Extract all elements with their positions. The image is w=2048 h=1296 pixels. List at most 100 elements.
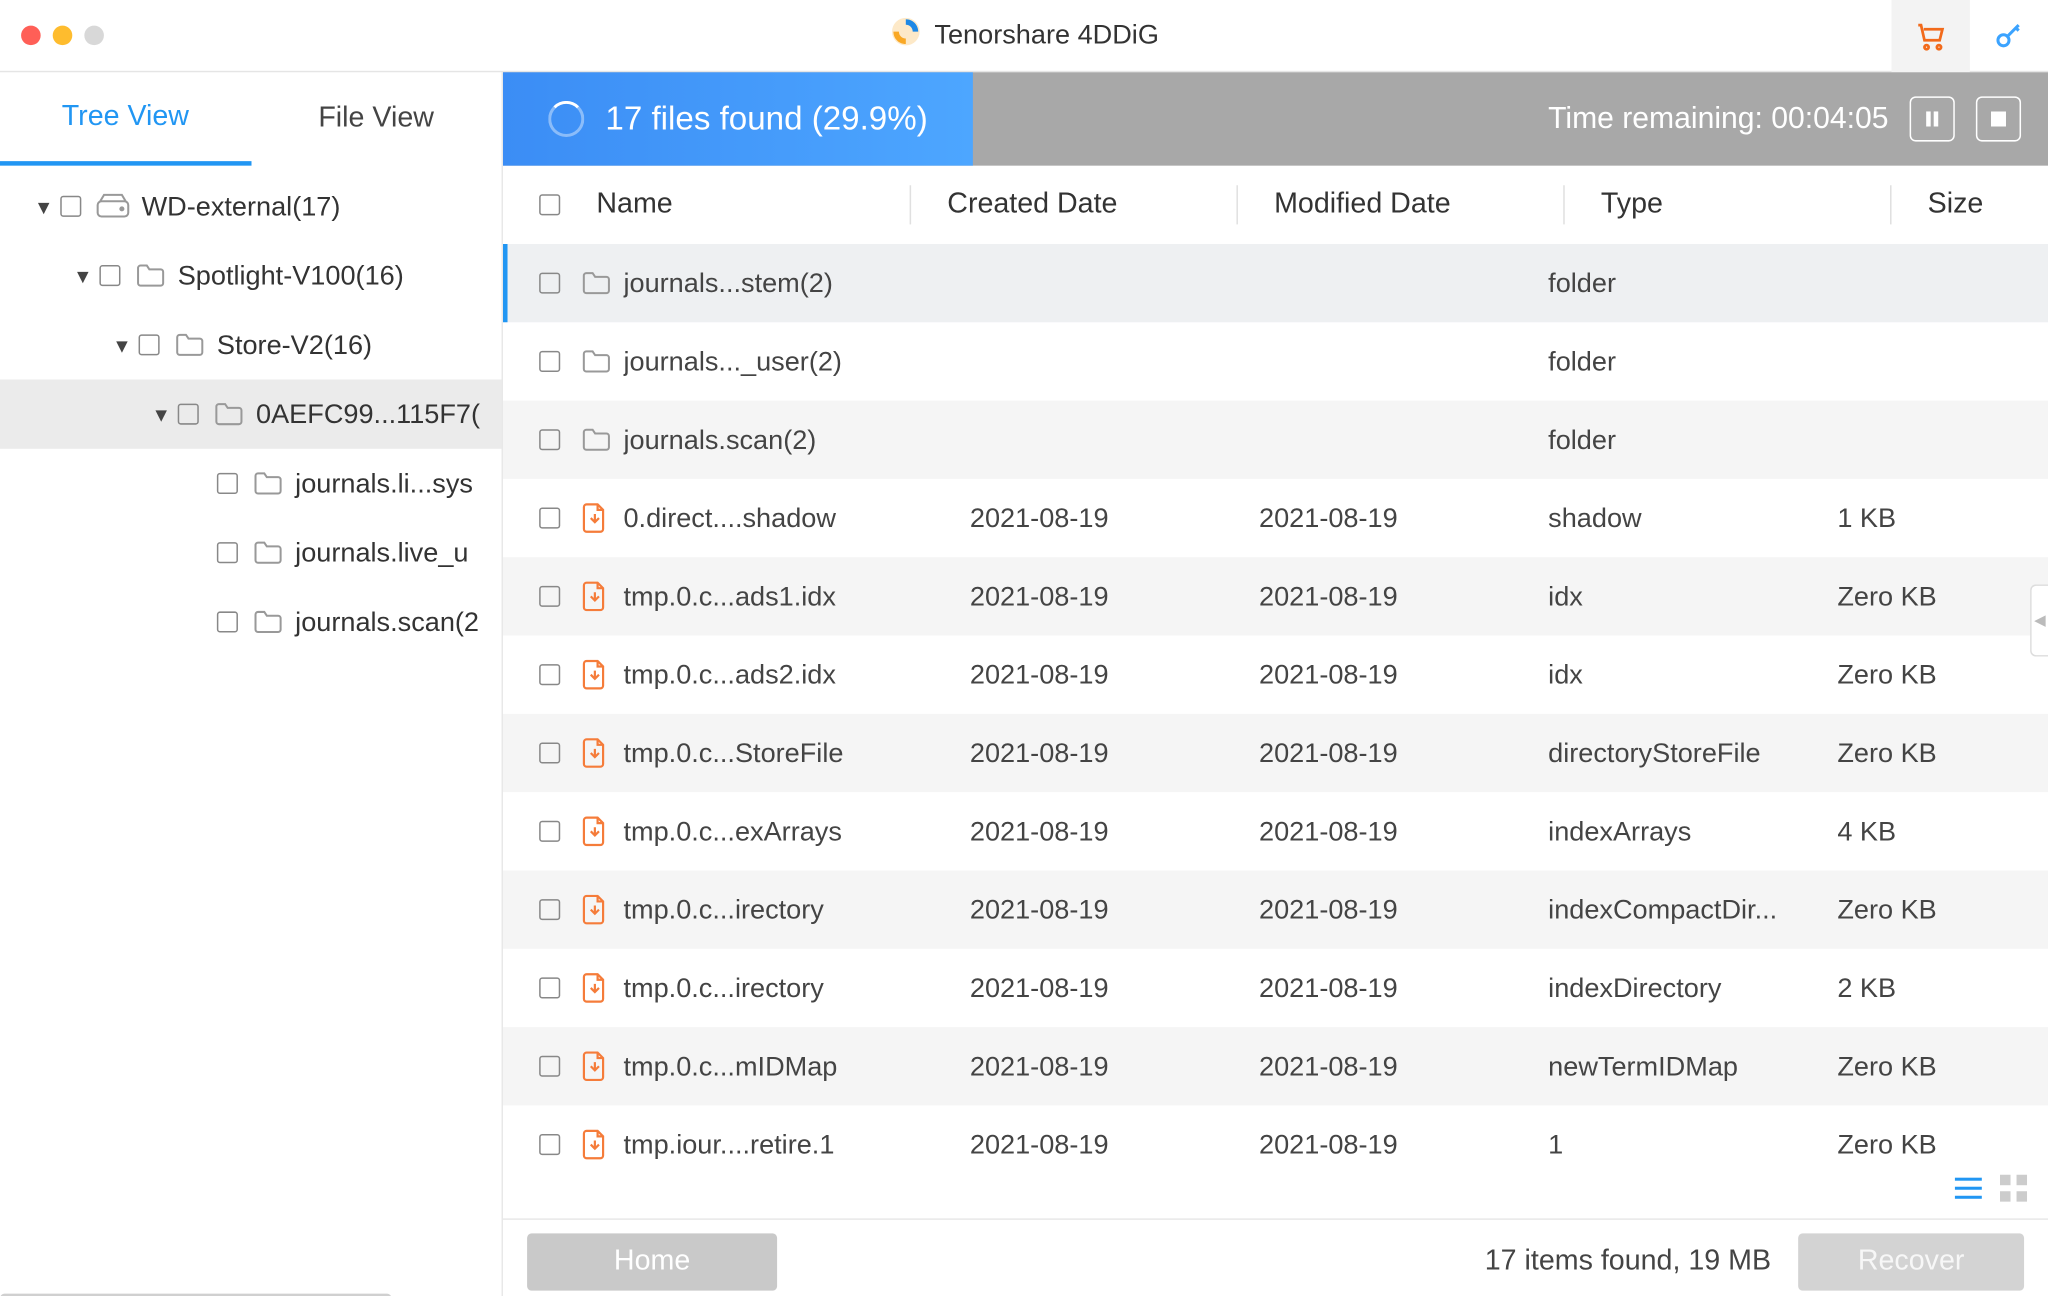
column-created[interactable]: Created Date — [947, 188, 1236, 221]
main-panel: 17 files found (29.9%) Time remaining: 0… — [503, 72, 2048, 1296]
cell-size: Zero KB — [1837, 581, 2048, 613]
table-row[interactable]: tmp.0.c...ads1.idx2021-08-192021-08-19id… — [503, 557, 2048, 635]
zoom-window-button[interactable] — [84, 26, 104, 46]
tab-label: File View — [318, 102, 434, 135]
cell-type: directoryStoreFile — [1548, 737, 1837, 769]
folder-icon — [175, 331, 205, 358]
table-row[interactable]: tmp.0.c...irectory2021-08-192021-08-19in… — [503, 870, 2048, 948]
cell-name: tmp.0.c...mIDMap — [623, 1050, 969, 1082]
cell-type: folder — [1548, 267, 1837, 299]
tab-tree-view[interactable]: Tree View — [0, 72, 251, 165]
close-window-button[interactable] — [21, 26, 41, 46]
pause-scan-button[interactable] — [1910, 96, 1955, 141]
chevron-down-icon[interactable]: ▼ — [72, 264, 93, 287]
tree-checkbox[interactable] — [60, 196, 81, 217]
row-checkbox[interactable] — [539, 351, 560, 372]
table-row[interactable]: tmp.0.c...StoreFile2021-08-192021-08-19d… — [503, 714, 2048, 792]
file-icon — [581, 973, 611, 1003]
row-checkbox[interactable] — [539, 429, 560, 450]
license-key-button[interactable] — [1970, 0, 2048, 72]
cell-type: idx — [1548, 659, 1837, 691]
folder-icon — [136, 262, 166, 289]
file-icon — [581, 1130, 611, 1160]
list-view-icon[interactable] — [1955, 1175, 1982, 1210]
file-icon — [581, 738, 611, 768]
table-row[interactable]: tmp.0.c...irectory2021-08-192021-08-19in… — [503, 949, 2048, 1027]
tree-item-label: Spotlight-V100(16) — [178, 260, 404, 292]
row-checkbox[interactable] — [539, 821, 560, 842]
cell-size: 2 KB — [1837, 972, 2048, 1004]
minimize-window-button[interactable] — [53, 26, 73, 46]
tree-checkbox[interactable] — [217, 542, 238, 563]
cell-type: idx — [1548, 581, 1837, 613]
tree-item[interactable]: ▼WD-external(17) — [0, 172, 501, 241]
tree-item[interactable]: ▼ Spotlight-V100(16) — [0, 241, 501, 310]
tree-item[interactable]: journals.li...sys — [0, 449, 501, 518]
cell-name: tmp.0.c...ads1.idx — [623, 581, 969, 613]
cell-name: tmp.0.c...StoreFile — [623, 737, 969, 769]
table-row[interactable]: tmp.0.c...exArrays2021-08-192021-08-19in… — [503, 792, 2048, 870]
grid-view-icon[interactable] — [2000, 1175, 2027, 1210]
app-logo-icon — [889, 15, 922, 56]
tree-checkbox[interactable] — [178, 404, 199, 425]
table-row[interactable]: journals.scan(2)folder — [503, 401, 2048, 479]
file-icon — [581, 503, 611, 533]
row-checkbox[interactable] — [539, 899, 560, 920]
footer-status-text: 17 items found, 19 MB — [1485, 1245, 1771, 1278]
column-modified[interactable]: Modified Date — [1274, 188, 1563, 221]
table-row[interactable]: journals..._user(2)folder — [503, 322, 2048, 400]
tree-item[interactable]: journals.scan(2 — [0, 587, 501, 656]
column-name[interactable]: Name — [596, 188, 909, 221]
tree-checkbox[interactable] — [217, 473, 238, 494]
chevron-down-icon[interactable]: ▼ — [33, 195, 54, 218]
column-type[interactable]: Type — [1601, 188, 1890, 221]
row-checkbox[interactable] — [539, 742, 560, 763]
tree-checkbox[interactable] — [217, 611, 238, 632]
file-icon — [581, 660, 611, 690]
cell-modified: 2021-08-19 — [1259, 1129, 1548, 1161]
tree-item[interactable]: ▼0AEFC99...115F7( — [0, 380, 501, 449]
row-checkbox[interactable] — [539, 664, 560, 685]
tree-checkbox[interactable] — [99, 265, 120, 286]
tree-item[interactable]: ▼Store-V2(16) — [0, 310, 501, 379]
table-row[interactable]: tmp.0.c...ads2.idx2021-08-192021-08-19id… — [503, 636, 2048, 714]
row-checkbox[interactable] — [539, 273, 560, 294]
row-checkbox[interactable] — [539, 1056, 560, 1077]
cell-type: folder — [1548, 346, 1837, 378]
file-icon — [581, 1051, 611, 1081]
row-checkbox[interactable] — [539, 1134, 560, 1155]
cart-button[interactable] — [1892, 0, 1970, 72]
table-row[interactable]: journals...stem(2)folder — [503, 244, 2048, 322]
select-all-checkbox[interactable] — [539, 194, 560, 215]
table-row[interactable]: tmp.0.c...mIDMap2021-08-192021-08-19newT… — [503, 1027, 2048, 1105]
column-size[interactable]: Size — [1928, 188, 2048, 221]
cell-type: 1 — [1548, 1129, 1837, 1161]
file-icon — [581, 816, 611, 846]
tree-item-label: journals.live_u — [295, 537, 468, 569]
tab-label: Tree View — [62, 100, 189, 133]
row-checkbox[interactable] — [539, 977, 560, 998]
row-checkbox[interactable] — [539, 508, 560, 529]
preview-toggle[interactable]: ◀ — [2030, 584, 2048, 656]
cell-name: tmp.0.c...irectory — [623, 894, 969, 926]
table-row[interactable]: 0.direct....shadow2021-08-192021-08-19sh… — [503, 479, 2048, 557]
row-checkbox[interactable] — [539, 586, 560, 607]
home-button[interactable]: Home — [527, 1233, 777, 1290]
cell-name: tmp.0.c...ads2.idx — [623, 659, 969, 691]
chevron-down-icon[interactable]: ▼ — [151, 403, 172, 426]
file-icon — [581, 895, 611, 925]
cell-name: journals.scan(2) — [623, 424, 969, 456]
folder-tree: ▼WD-external(17)▼Spotlight-V100(16)▼Stor… — [0, 166, 501, 1291]
table-row[interactable]: tmp.iour....retire.12021-08-192021-08-19… — [503, 1105, 2048, 1183]
scan-status-bar: 17 files found (29.9%) Time remaining: 0… — [503, 72, 2048, 165]
stop-scan-button[interactable] — [1976, 96, 2021, 141]
tab-file-view[interactable]: File View — [251, 72, 502, 165]
recover-button[interactable]: Recover — [1798, 1233, 2024, 1290]
cell-type: indexDirectory — [1548, 972, 1837, 1004]
tree-item[interactable]: journals.live_u — [0, 518, 501, 587]
cell-type: indexCompactDir... — [1548, 894, 1837, 926]
tree-checkbox[interactable] — [139, 334, 160, 355]
chevron-down-icon[interactable]: ▼ — [111, 334, 132, 357]
cell-modified: 2021-08-19 — [1259, 659, 1548, 691]
cell-size: Zero KB — [1837, 1050, 2048, 1082]
